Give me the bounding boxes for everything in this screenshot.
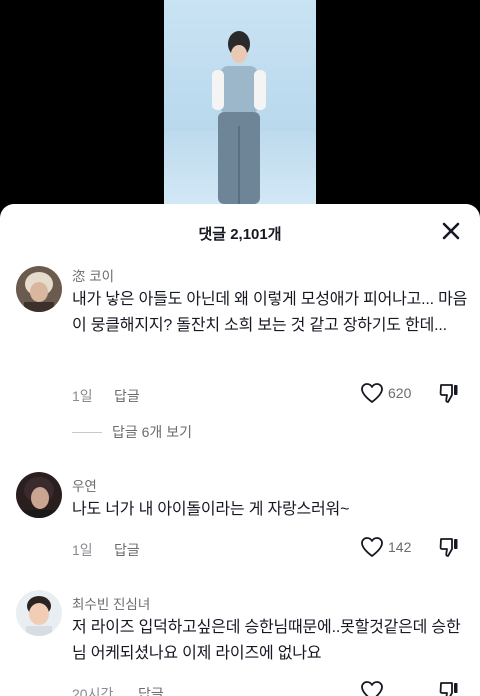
video-frame (164, 0, 316, 210)
heart-icon (361, 681, 383, 696)
reply-button[interactable]: 답글 (114, 540, 140, 560)
comment-username[interactable]: 최수빈 진심녀 (72, 593, 150, 613)
comment-username[interactable]: 恣 코이 (72, 265, 114, 285)
divider-line (72, 431, 102, 433)
comment-item: 恣 코이 내가 낳은 아들도 아닌데 왜 이렇게 모성애가 피어나고... 마음… (0, 258, 480, 440)
like-button[interactable]: 142 (360, 536, 411, 558)
comments-count-title: 댓글 2,101개 (198, 226, 282, 243)
reply-button[interactable]: 답글 (114, 386, 140, 406)
like-count: 620 (388, 385, 412, 401)
comment-text: 저 라이즈 입덕하고싶은데 승한님때문에..못할것같은데 승한님 어케되셨나요 … (72, 619, 461, 662)
view-replies-label: 답글 6개 보기 (112, 424, 192, 440)
like-count: 142 (388, 539, 412, 555)
comment-time: 20시간 (72, 686, 114, 696)
comment-time: 1일 (72, 388, 93, 404)
video-player[interactable] (0, 0, 480, 210)
comment-text: 내가 낳은 아들도 아닌데 왜 이렇게 모성애가 피어나고... 마음이 뭉클해… (72, 291, 468, 334)
view-replies-button[interactable]: 답글 6개 보기 (72, 422, 192, 442)
comment-text: 나도 너가 내 아이돌이라는 게 자랑스러워~ (72, 501, 350, 518)
reply-button[interactable]: 답글 (138, 684, 164, 696)
comment-username[interactable]: 우연 (72, 475, 97, 495)
heart-icon (361, 537, 383, 557)
like-button[interactable] (360, 680, 384, 696)
comment-item: 최수빈 진심녀 저 라이즈 입덕하고싶은데 승한님때문에..못할것같은데 승한님… (0, 584, 480, 696)
avatar[interactable] (16, 472, 62, 518)
like-button[interactable]: 620 (360, 382, 411, 404)
thumbs-down-icon[interactable] (438, 680, 460, 696)
dancer-figure (212, 31, 266, 204)
close-icon[interactable] (440, 220, 462, 242)
heart-icon (361, 383, 383, 403)
avatar[interactable] (16, 266, 62, 312)
comments-sheet: 댓글 2,101개 恣 코이 내가 낳은 아들도 아닌데 왜 이렇게 모성애가 … (0, 204, 480, 696)
comment-item: 우연 나도 너가 내 아이돌이라는 게 자랑스러워~ 1일 답글 142 (0, 466, 480, 576)
thumbs-down-icon[interactable] (438, 536, 460, 558)
thumbs-down-icon[interactable] (438, 382, 460, 404)
avatar[interactable] (16, 590, 62, 636)
comment-time: 1일 (72, 542, 93, 558)
sheet-header: 댓글 2,101개 (0, 204, 480, 258)
